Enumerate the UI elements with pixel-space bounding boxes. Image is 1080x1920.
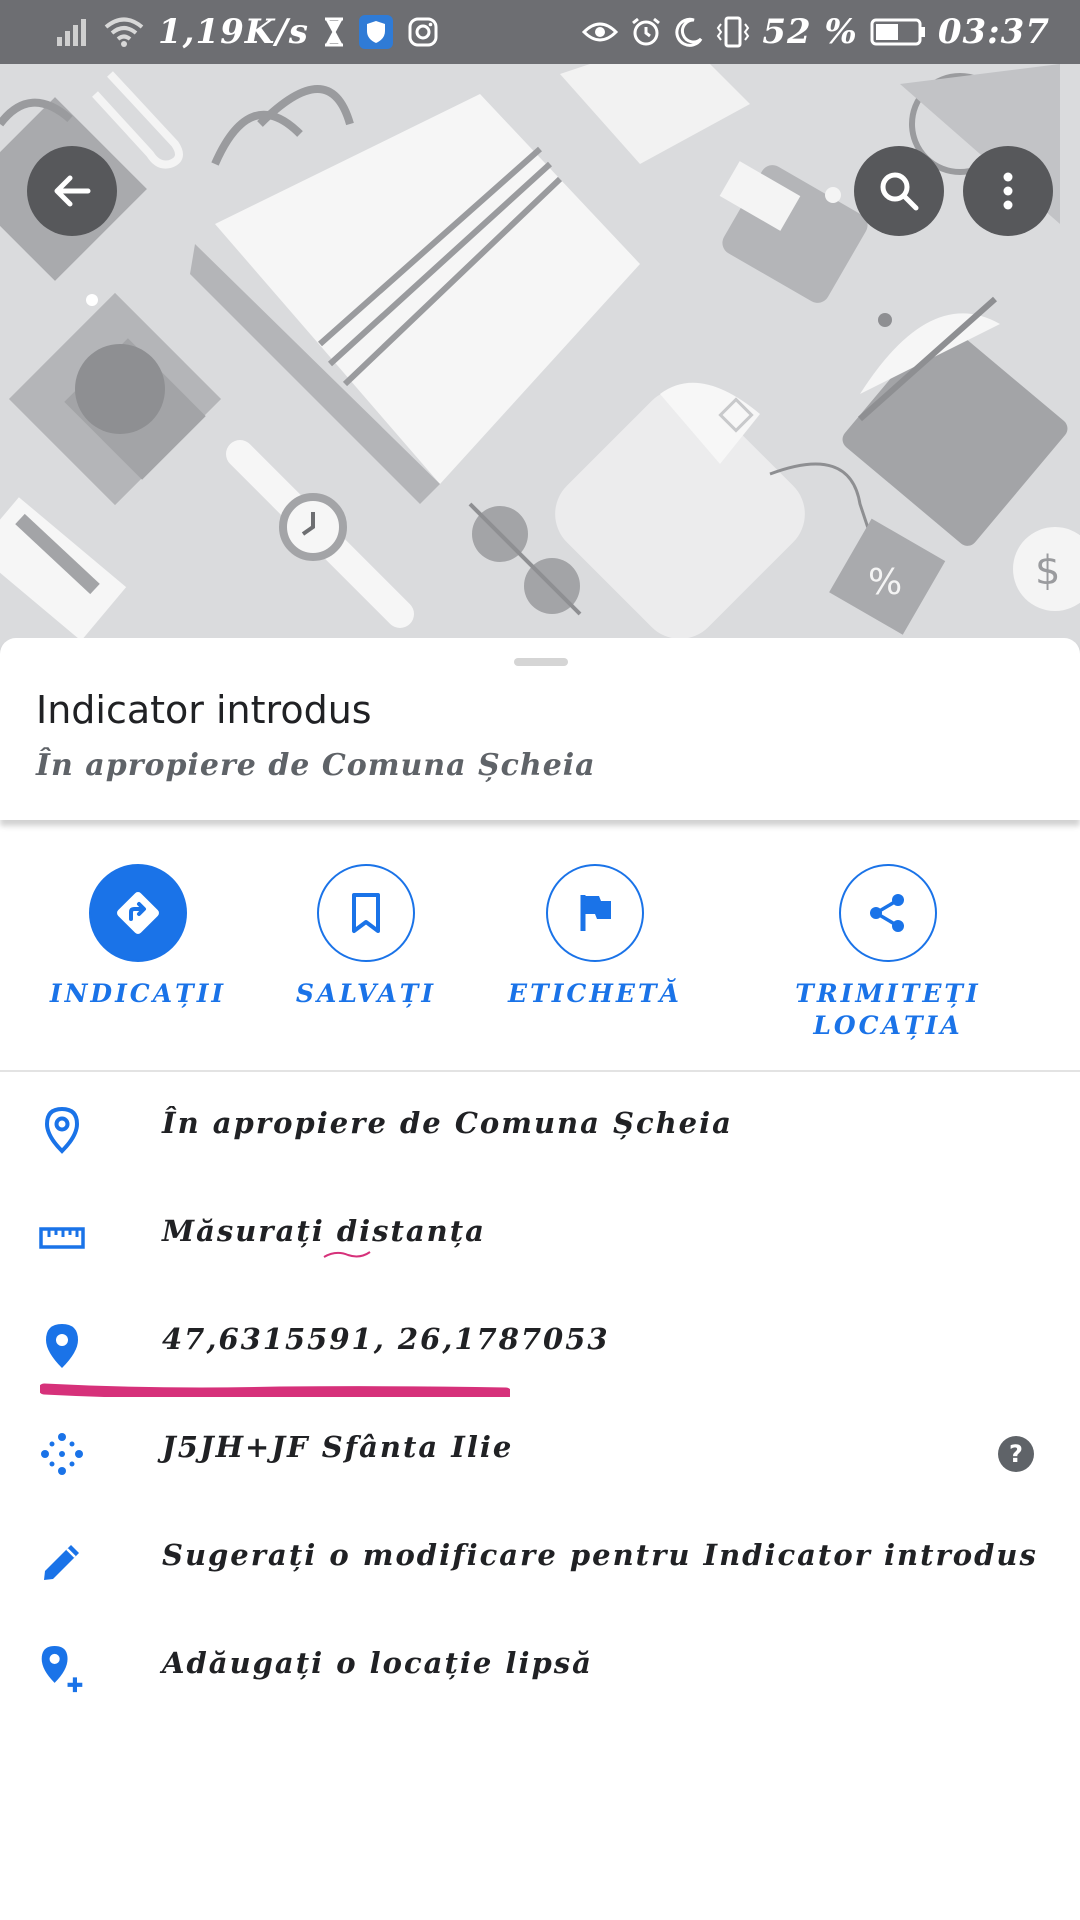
add-location-icon <box>38 1646 86 1694</box>
label-label: ETICHETĂ <box>508 979 682 1008</box>
location-outline-icon <box>38 1106 86 1154</box>
vibrate-icon <box>716 16 750 48</box>
cooking-pot-icon <box>842 296 1068 546</box>
place-sheet-header[interactable]: Indicator introdus În apropiere de Comun… <box>0 638 1080 820</box>
clock-time: 03:37 <box>937 12 1050 52</box>
share-icon <box>870 894 904 932</box>
back-button[interactable] <box>27 146 117 236</box>
info-row-plus-code[interactable]: J5JH+JF Sfânta Ilie ? <box>0 1396 1080 1504</box>
label-circle[interactable] <box>546 864 644 962</box>
svg-text:$: $ <box>1035 548 1060 594</box>
alarm-icon <box>630 16 662 48</box>
info-text-add-missing-place: Adăugați o locație lipsă <box>162 1646 593 1680</box>
directions-button[interactable]: INDICAȚII <box>38 864 238 1010</box>
watch-icon <box>226 440 414 628</box>
plus-code-icon <box>38 1430 86 1478</box>
directions-label: INDICAȚII <box>49 979 227 1008</box>
save-button[interactable]: SALVAȚI <box>266 864 466 1010</box>
battery-percent: 52 % <box>762 12 858 52</box>
place-subtitle: În apropiere de Comuna Șcheia <box>36 748 596 783</box>
more-options-button[interactable] <box>963 146 1053 236</box>
share-label-line2: LOCAȚIA <box>813 1011 963 1040</box>
search-button[interactable] <box>854 146 944 236</box>
moon-icon <box>674 17 704 47</box>
network-speed: 1,19K/s <box>158 12 309 52</box>
status-bar: 1,19K/s 52 % 03:37 <box>0 0 1080 64</box>
back-arrow-icon <box>54 175 91 207</box>
info-text-suggest-edit: Sugerați o modificare pentru Indicator i… <box>162 1538 1038 1572</box>
spellcheck-underline <box>323 1251 371 1258</box>
info-text-address: În apropiere de Comuna Șcheia <box>162 1106 733 1140</box>
save-circle[interactable] <box>317 864 415 962</box>
share-circle[interactable] <box>839 864 937 962</box>
place-title: Indicator introdus <box>36 688 372 732</box>
info-row-coordinates[interactable]: 47,6315591, 26,1787053 <box>0 1288 1080 1396</box>
more-vert-icon <box>1003 172 1013 210</box>
info-row-add-missing-place[interactable]: Adăugați o locație lipsă <box>0 1612 1080 1720</box>
share-location-button[interactable]: TRIMITEȚI LOCAȚIA <box>738 864 1038 1042</box>
edit-icon <box>38 1538 86 1586</box>
envelope-icon <box>555 382 872 639</box>
ruler-icon <box>38 1214 86 1262</box>
wifi-icon <box>104 16 144 48</box>
info-row-address[interactable]: În apropiere de Comuna Șcheia <box>0 1072 1080 1180</box>
notebook-icon <box>190 85 640 504</box>
label-button[interactable]: ETICHETĂ <box>495 864 695 1010</box>
camera-icon <box>8 292 222 506</box>
price-tag-icon: % <box>829 518 946 635</box>
credit-card-icon <box>0 497 127 641</box>
shield-icon <box>358 15 393 49</box>
action-row: INDICAȚII SALVAȚI ETICHETĂ TRIMITEȚI LOC… <box>0 864 1080 1070</box>
coin-icon: $ <box>1013 527 1080 611</box>
signal-icon <box>56 17 90 47</box>
hourglass-icon <box>323 17 345 47</box>
share-label: TRIMITEȚI LOCAȚIA <box>795 978 980 1042</box>
info-text-plus-code: J5JH+JF Sfânta Ilie <box>162 1430 514 1464</box>
drag-handle[interactable] <box>514 658 568 666</box>
info-text-measure-distance: Măsurați distanța <box>162 1214 486 1248</box>
location-filled-icon <box>38 1322 86 1370</box>
svg-text:%: % <box>868 562 902 603</box>
eye-icon <box>582 18 619 46</box>
highlight-underline <box>40 1383 510 1397</box>
battery-icon <box>870 18 926 46</box>
info-row-suggest-edit[interactable]: Sugerați o modificare pentru Indicator i… <box>0 1504 1080 1612</box>
place-hero-image: % $ <box>0 64 1080 664</box>
info-row-measure-distance[interactable]: Măsurați distanța <box>0 1180 1080 1288</box>
help-icon[interactable]: ? <box>998 1436 1034 1472</box>
bookmark-icon <box>352 893 380 933</box>
wallet-icon <box>719 161 868 303</box>
save-label: SALVAȚI <box>295 979 437 1008</box>
search-icon <box>880 172 919 211</box>
flag-icon <box>580 895 611 931</box>
instagram-icon <box>407 16 439 48</box>
directions-icon <box>117 892 159 934</box>
info-text-coordinates: 47,6315591, 26,1787053 <box>162 1322 610 1356</box>
directions-circle[interactable] <box>89 864 187 962</box>
share-label-line1: TRIMITEȚI <box>795 979 981 1008</box>
